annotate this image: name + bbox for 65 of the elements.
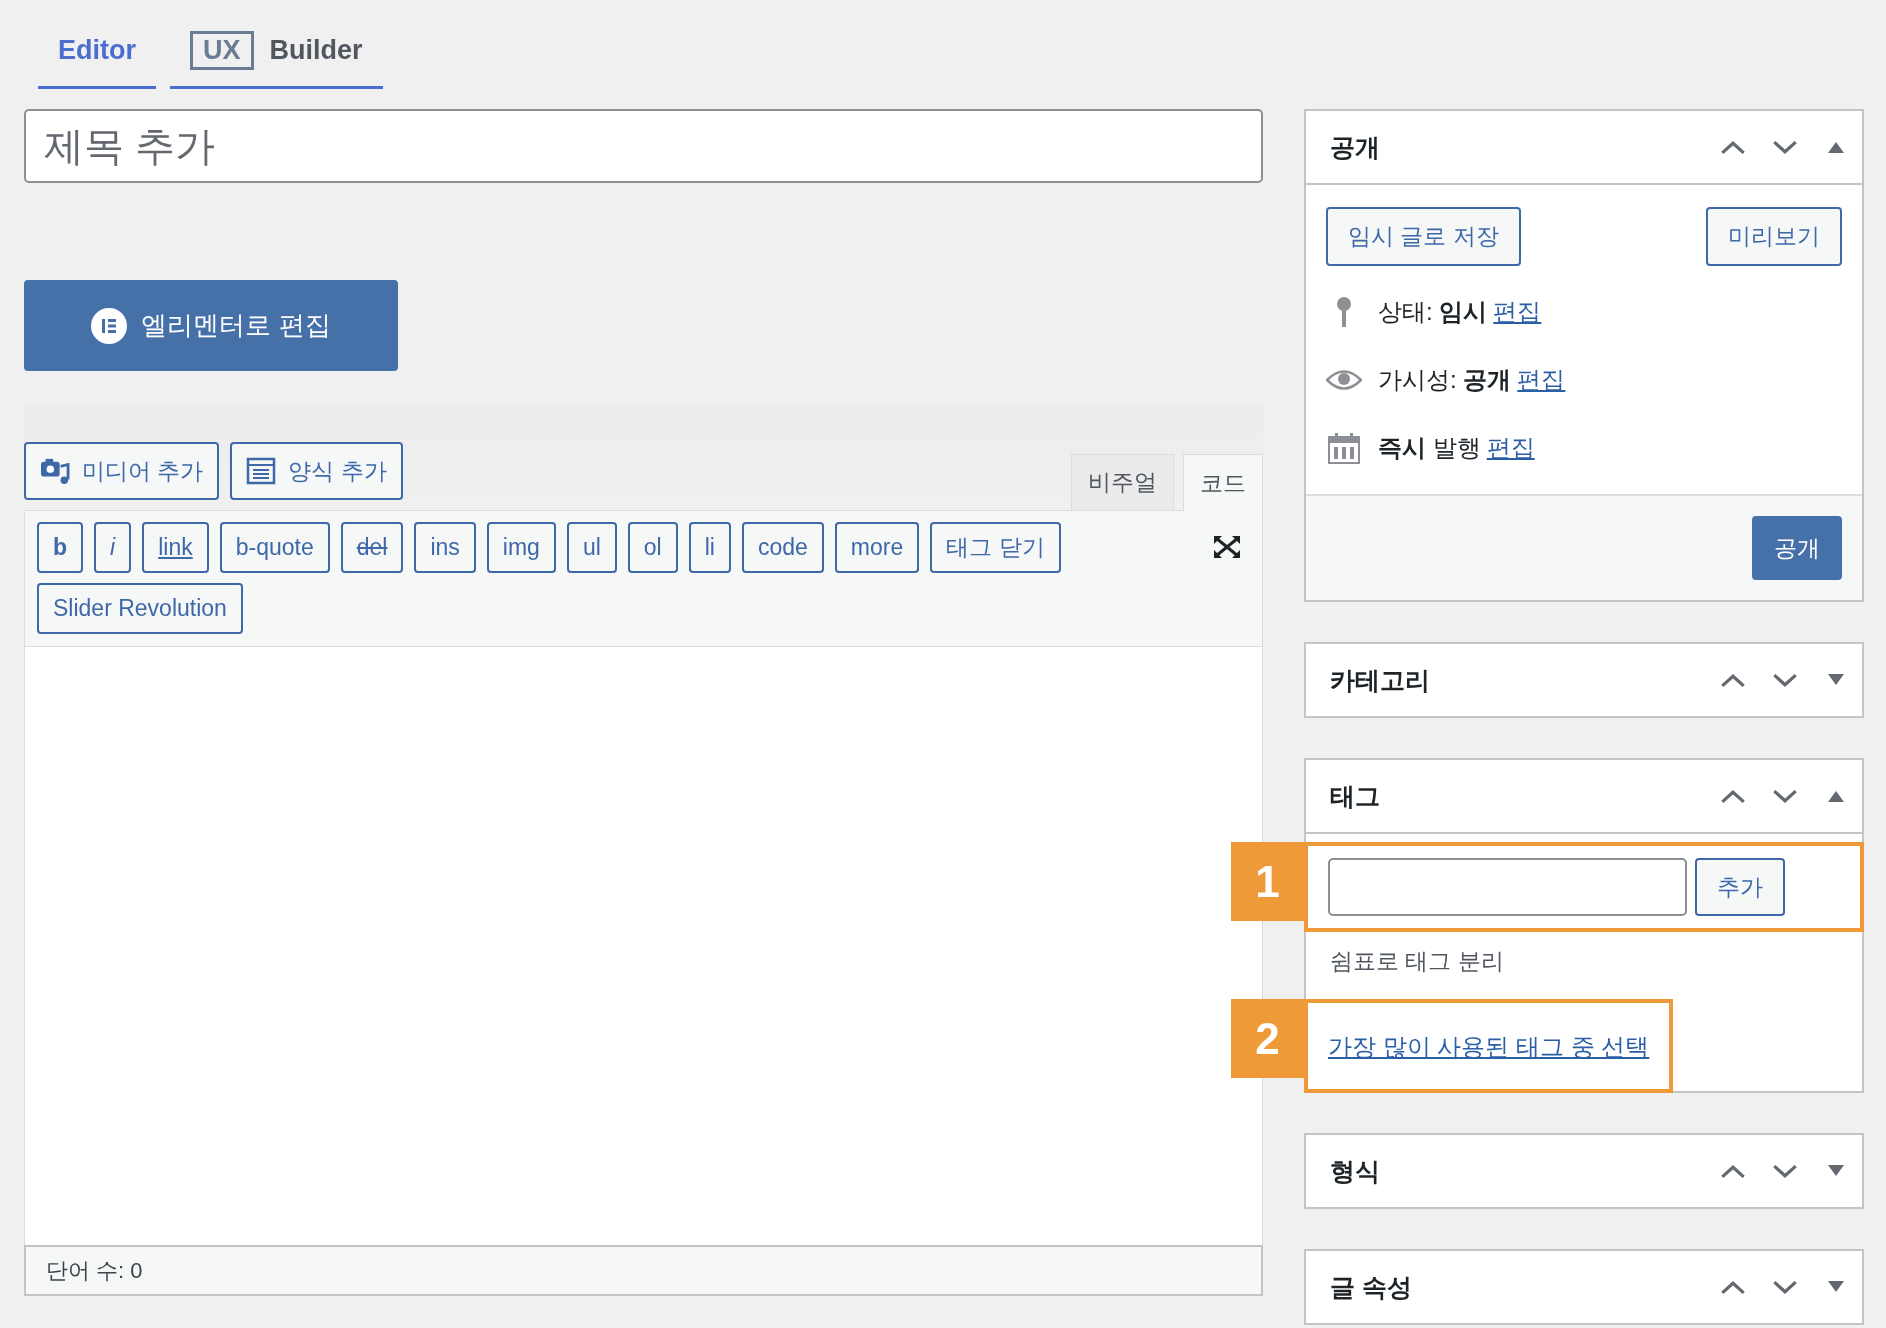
move-down-icon[interactable] (1772, 1163, 1798, 1179)
publish-setting: 상태: 임시 (1378, 297, 1488, 327)
add-media-button[interactable]: 미디어 추가 (24, 442, 220, 500)
most-used-tags-link[interactable]: 가장 많이 사용된 태그 중 선택 (1328, 1033, 1650, 1060)
word-count: 단어 수: 0 (46, 1256, 143, 1285)
editor-mode-tab[interactable]: Editor (38, 0, 156, 89)
publish-button[interactable]: 공개 (1752, 516, 1842, 580)
camera-music-icon (40, 457, 70, 485)
panel-title: 카테고리 (1330, 664, 1430, 696)
collapse-icon[interactable] (1828, 141, 1844, 153)
quicktag-button[interactable]: 태그 닫기 (930, 522, 1061, 573)
edit-link[interactable]: 편집 (1493, 296, 1542, 328)
quicktag-button[interactable]: i (94, 522, 132, 573)
move-down-icon[interactable] (1772, 672, 1798, 688)
panel-title: 글 속성 (1330, 1271, 1412, 1303)
move-up-icon[interactable] (1720, 672, 1746, 688)
quicktag-button[interactable]: Slider Revolution (37, 583, 243, 634)
tag-hint: 쉼표로 태그 분리 (1329, 947, 1505, 976)
quicktag-button[interactable]: more (834, 522, 920, 573)
quicktag-button[interactable]: ul (566, 522, 617, 573)
save-draft-button[interactable]: 임시 글로 저장 (1326, 207, 1521, 266)
move-up-icon[interactable] (1720, 1163, 1746, 1179)
title-input[interactable]: 제목 추가 (24, 109, 1263, 183)
annotation-number: 2 (1231, 999, 1304, 1078)
eye-icon (1326, 369, 1362, 391)
quicktag-button[interactable]: b-quote (219, 522, 330, 573)
quicktag-button[interactable]: li (688, 522, 731, 573)
quicktag-button[interactable]: code (741, 522, 824, 573)
edit-with-elementor-button[interactable]: 엘리멘터로 편집 (24, 280, 398, 371)
expand-icon[interactable] (1828, 1281, 1844, 1293)
collapse-icon[interactable] (1828, 790, 1844, 802)
expand-icon[interactable] (1828, 674, 1844, 686)
quicktag-button[interactable]: link (142, 522, 209, 573)
fullscreen-icon[interactable] (1212, 534, 1242, 560)
tag-input[interactable] (1328, 858, 1687, 916)
form-icon (246, 457, 277, 485)
quicktag-button[interactable]: del (340, 522, 404, 573)
ux-logo: UX (190, 30, 254, 70)
expand-icon[interactable] (1828, 1165, 1844, 1177)
preview-button[interactable]: 미리보기 (1706, 207, 1842, 266)
annotation-number: 1 (1231, 842, 1304, 921)
elementor-logo-icon (91, 307, 128, 344)
editor-tab[interactable]: 코드 (1183, 454, 1263, 511)
editor-tab[interactable]: 비주얼 (1071, 454, 1174, 510)
publish-setting: 즉시 발행 (1378, 433, 1481, 463)
calendar-icon (1326, 432, 1362, 464)
move-up-icon[interactable] (1720, 139, 1746, 155)
quicktag-button[interactable]: img (486, 522, 556, 573)
publish-setting: 가시성: 공개 (1378, 365, 1512, 395)
panel-title: 공개 (1330, 131, 1380, 163)
panel-title: 형식 (1330, 1155, 1380, 1187)
move-down-icon[interactable] (1772, 139, 1798, 155)
move-up-icon[interactable] (1720, 1279, 1746, 1295)
move-down-icon[interactable] (1772, 788, 1798, 804)
add-tag-button[interactable]: 추가 (1695, 858, 1785, 916)
move-down-icon[interactable] (1772, 1279, 1798, 1295)
edit-link[interactable]: 편집 (1486, 432, 1535, 464)
panel-title: 태그 (1330, 780, 1380, 812)
quicktag-button[interactable]: ins (414, 522, 476, 573)
add-form-button[interactable]: 양식 추가 (230, 442, 403, 500)
move-up-icon[interactable] (1720, 788, 1746, 804)
editor-mode-tab[interactable]: UX Builder (170, 0, 383, 89)
quicktag-button[interactable]: ol (627, 522, 678, 573)
quicktag-button[interactable]: b (37, 522, 84, 573)
edit-link[interactable]: 편집 (1517, 364, 1566, 396)
